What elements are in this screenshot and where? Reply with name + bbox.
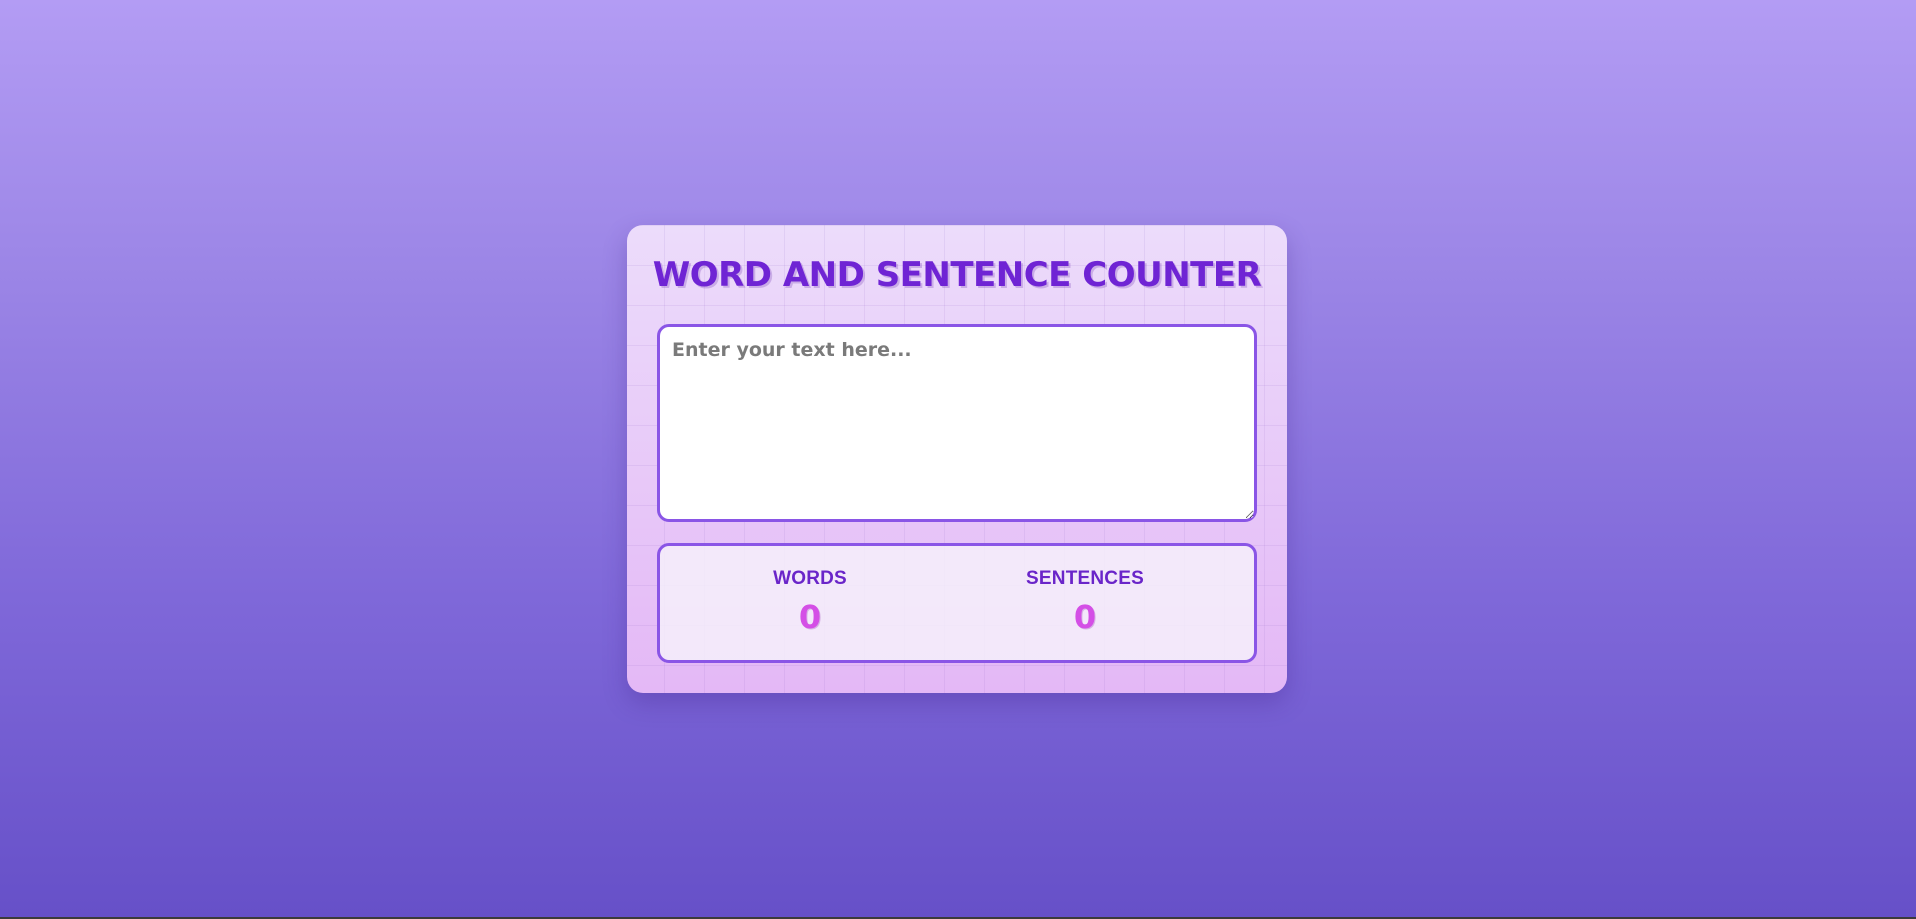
- text-input[interactable]: [657, 324, 1257, 522]
- sentences-stat: SENTENCES 0: [975, 568, 1195, 636]
- page-title: WORD AND SENTENCE COUNTER: [652, 255, 1262, 295]
- counter-card: WORD AND SENTENCE COUNTER WORDS 0 SENTEN…: [627, 225, 1287, 693]
- text-input-container: [657, 324, 1257, 522]
- sentences-count: 0: [1073, 598, 1097, 636]
- sentences-label: SENTENCES: [1026, 568, 1144, 589]
- words-stat: WORDS 0: [700, 568, 920, 636]
- stats-panel: WORDS 0 SENTENCES 0: [657, 543, 1257, 663]
- words-label: WORDS: [773, 568, 847, 589]
- words-count: 0: [798, 598, 822, 636]
